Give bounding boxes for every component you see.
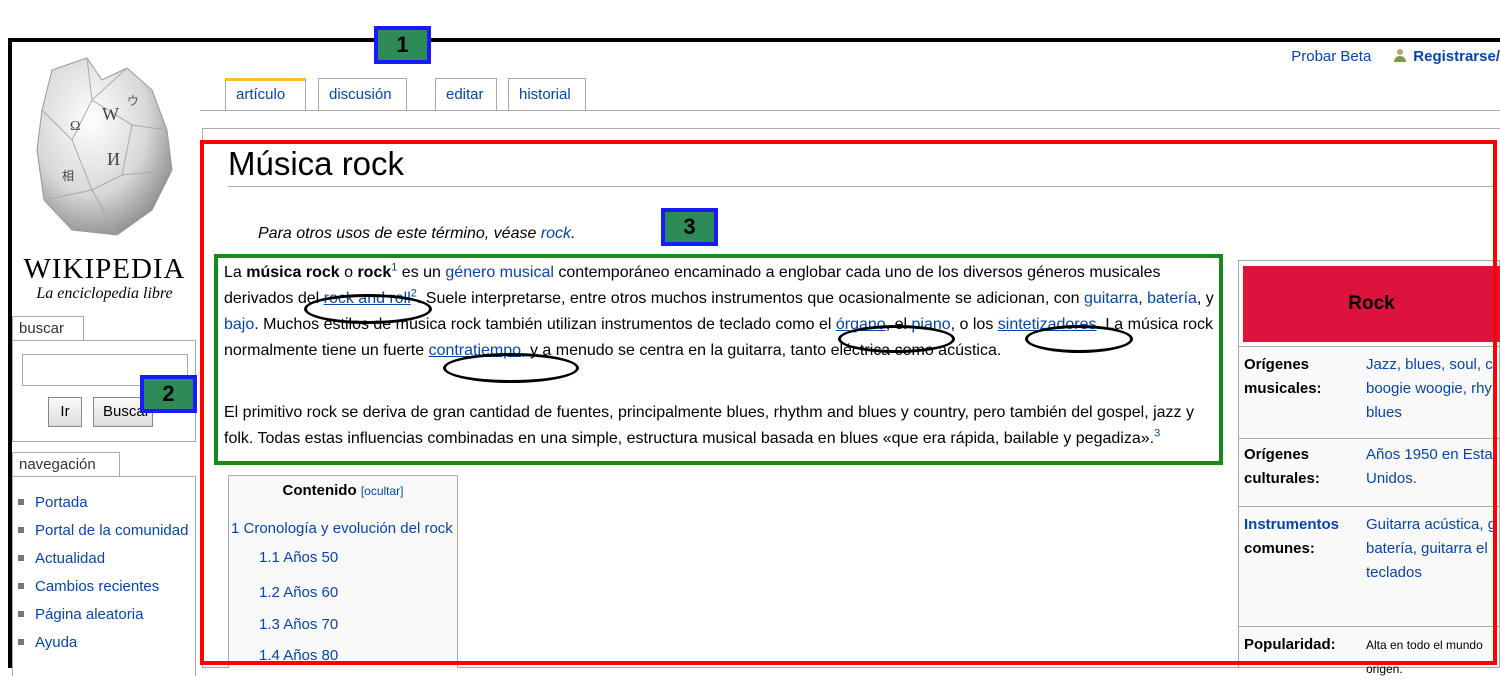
tab-discussion[interactable]: discusión [318, 78, 407, 110]
nav-item-recent-changes[interactable]: Cambios recientes [18, 578, 159, 595]
annotation-oval-contratiempo [443, 353, 579, 383]
tab-baseline [200, 110, 1500, 111]
tab-edit[interactable]: editar [435, 78, 497, 110]
wikipedia-globe-logo[interactable]: W Ω И 相 ウ [32, 50, 182, 245]
svg-text:相: 相 [62, 169, 74, 183]
tab-history[interactable]: historial [508, 78, 586, 110]
register-link[interactable]: Registrarse/ [1413, 48, 1500, 65]
nav-item-random-page[interactable]: Página aleatoria [18, 606, 143, 623]
svg-text:ウ: ウ [127, 94, 139, 108]
annotation-badge-1: 1 [374, 26, 431, 64]
svg-text:Ω: Ω [70, 119, 80, 134]
annotation-badge-3: 3 [661, 208, 718, 246]
annotation-box-body-text [214, 254, 1223, 465]
wikipedia-wordmark: WIKIPEDIA [23, 253, 186, 285]
personal-bar: Probar Beta Registrarse/ [1291, 48, 1500, 65]
go-button[interactable]: Ir [48, 397, 82, 427]
try-beta-link[interactable]: Probar Beta [1291, 48, 1371, 65]
nav-item-current-events[interactable]: Actualidad [18, 550, 105, 567]
annotation-oval-sintetizadores [1025, 325, 1133, 353]
annotation-oval-organo [838, 325, 955, 353]
nav-item-portada[interactable]: Portada [18, 494, 88, 511]
nav-item-help[interactable]: Ayuda [18, 634, 77, 651]
user-icon [1394, 49, 1407, 62]
wikipedia-tagline: La enciclopedia libre [36, 285, 173, 302]
tab-article[interactable]: artículo [225, 78, 306, 110]
nav-item-community-portal[interactable]: Portal de la comunidad [18, 522, 188, 539]
svg-text:W: W [102, 104, 119, 124]
svg-text:И: И [107, 149, 120, 169]
annotation-badge-2: 2 [140, 375, 197, 413]
annotation-oval-rock-and-roll [304, 294, 432, 324]
navigation-heading: navegación [12, 452, 120, 476]
search-heading: buscar [12, 316, 84, 340]
